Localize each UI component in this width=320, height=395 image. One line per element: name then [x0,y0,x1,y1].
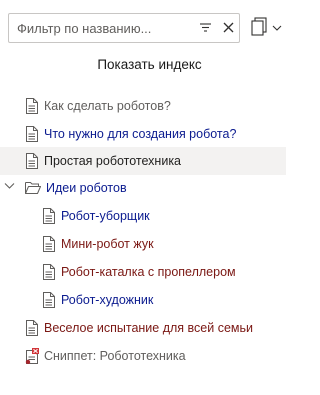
snippet-icon [25,348,39,364]
filter-icon[interactable] [199,21,212,34]
tree-item-robot-ideas[interactable]: Идеи роботов [0,174,286,202]
tree-item-artist-robot[interactable]: Робот-художник [0,286,286,314]
filter-box [8,13,240,43]
close-icon[interactable] [223,22,234,33]
tree-item-how-to-make-robots[interactable]: Как сделать роботов? [0,92,286,120]
page-icon [26,320,38,336]
page-icon [43,208,55,224]
tree-item-label: Робот-уборщик [61,209,150,223]
show-index-button[interactable]: Показать индекс [0,57,299,72]
chevron-down-icon[interactable] [4,182,15,190]
tree-item-label: Робот-художник [61,293,154,307]
tree-item-propeller-robot[interactable]: Робот-каталка с пропеллером [0,258,286,286]
page-icon [26,126,38,142]
folder-open-icon [25,182,41,194]
filter-input[interactable] [9,14,197,42]
tree-item-label: Веселое испытание для всей семьи [44,321,253,335]
page-icon [43,292,55,308]
tree-item-label: Мини-робот жук [61,237,154,251]
tree-item-cleaner-robot[interactable]: Робот-уборщик [0,202,286,230]
tree-item-mini-bug-robot[interactable]: Мини-робот жук [0,230,286,258]
tree-item-label: Сниппет: Робототехника [44,349,186,363]
tree-item-snippet-robotics[interactable]: Сниппет: Робототехника [0,342,286,370]
copy-icon[interactable] [251,17,283,37]
tree-item-label: Идеи роботов [46,181,127,195]
page-icon [43,264,55,280]
page-icon [26,98,38,114]
tree-item-label: Как сделать роботов? [44,99,171,113]
tree-item-label: Что нужно для создания робота? [44,127,237,141]
page-icon [43,236,55,252]
tree-item-label: Робот-каталка с пропеллером [61,265,236,279]
tree-item-simple-robotics[interactable]: Простая робототехника [0,147,286,175]
tree-item-what-needed[interactable]: Что нужно для создания робота? [0,120,286,148]
tree-item-family-challenge[interactable]: Веселое испытание для всей семьи [0,314,286,342]
tree-item-label: Простая робототехника [44,154,182,168]
page-icon [26,153,38,169]
